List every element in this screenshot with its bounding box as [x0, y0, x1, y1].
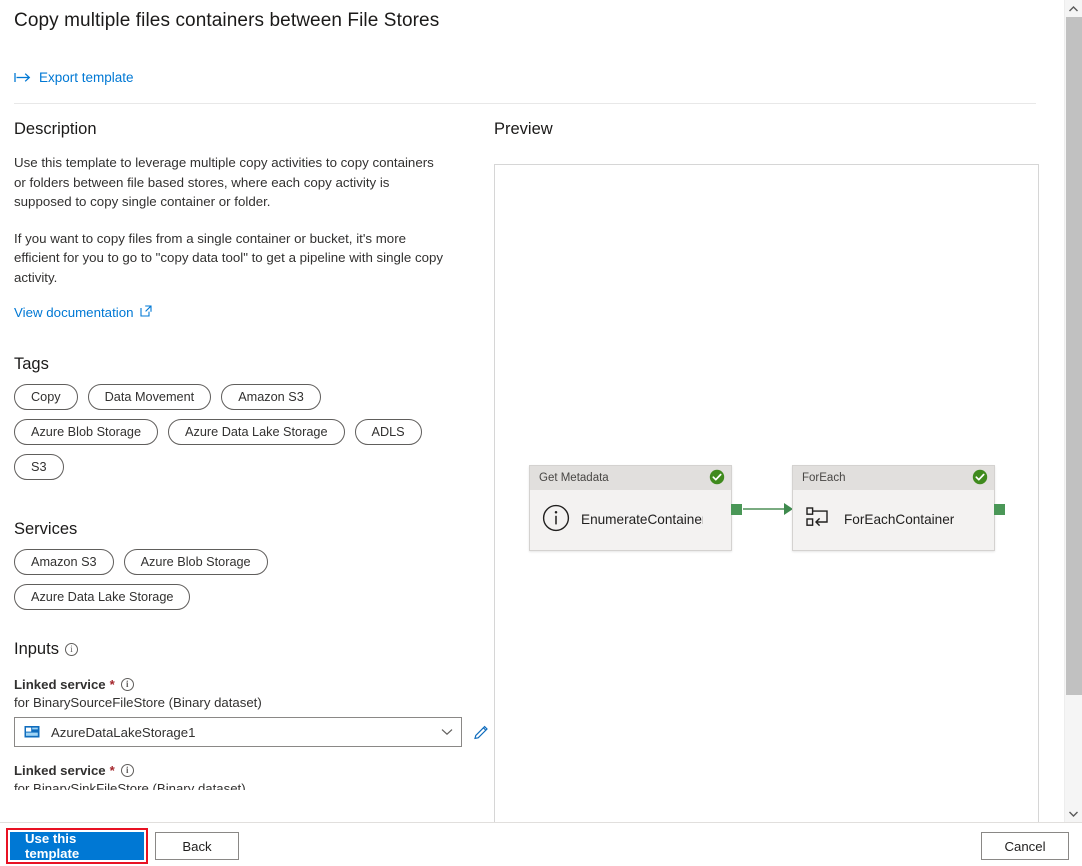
scrollable-content: Copy multiple files containers between F…: [0, 0, 1064, 822]
service-pill: Azure Data Lake Storage: [14, 584, 190, 610]
node-body: EnumerateContainersList: [530, 490, 731, 550]
tags-section: Tags Copy Data Movement Amazon S3 Azure …: [14, 355, 464, 480]
required-marker: *: [110, 677, 115, 692]
check-circle-icon: [709, 469, 725, 488]
node-body: ForEachContainer: [793, 490, 994, 550]
description-paragraph-1: Use this template to leverage multiple c…: [14, 153, 448, 212]
chevron-down-icon[interactable]: [441, 723, 453, 741]
services-heading: Services: [14, 520, 464, 539]
cancel-button[interactable]: Cancel: [981, 832, 1069, 860]
info-icon[interactable]: i: [65, 643, 78, 656]
export-template-label: Export template: [39, 70, 134, 85]
external-link-icon: [140, 305, 152, 320]
tags-list: Copy Data Movement Amazon S3 Azure Blob …: [14, 384, 464, 480]
scrollbar-thumb[interactable]: [1066, 17, 1082, 695]
info-icon[interactable]: i: [121, 764, 134, 777]
preview-heading: Preview: [494, 120, 1039, 139]
node-header: Get Metadata: [530, 466, 731, 490]
tag-pill: S3: [14, 454, 64, 480]
export-arrow-icon: [14, 72, 31, 83]
view-documentation-link[interactable]: View documentation: [14, 305, 152, 320]
linked-service-value: AzureDataLakeStorage1: [51, 725, 441, 740]
node-type-label: ForEach: [802, 472, 845, 484]
description-heading: Description: [14, 120, 464, 139]
linked-service-field-2: Linked service * i for BinarySinkFileSto…: [14, 763, 494, 790]
inputs-section: Inputsi Linked service * i for BinarySou…: [14, 640, 494, 790]
linked-service-sublabel-1: for BinarySourceFileStore (Binary datase…: [14, 695, 494, 710]
linked-service-row-1: AzureDataLakeStorage1: [14, 717, 494, 747]
inputs-heading-label: Inputs: [14, 640, 59, 658]
required-marker: *: [110, 763, 115, 778]
back-button[interactable]: Back: [155, 832, 239, 860]
info-icon[interactable]: i: [121, 678, 134, 691]
node-output-port[interactable]: [731, 504, 742, 515]
use-this-template-button[interactable]: Use this template: [10, 832, 144, 860]
linked-service-label-1: Linked service * i: [14, 677, 494, 692]
pipeline-node-get-metadata[interactable]: Get Metadata: [529, 465, 732, 551]
linked-service-field-1: Linked service * i for BinarySourceFileS…: [14, 677, 494, 747]
preview-panel: Preview Get Metadata: [494, 120, 1039, 153]
tag-pill: Amazon S3: [221, 384, 321, 410]
export-template-button[interactable]: Export template: [14, 70, 134, 85]
header-divider: [14, 103, 1036, 104]
linked-service-dropdown[interactable]: AzureDataLakeStorage1: [14, 717, 462, 747]
tags-heading: Tags: [14, 355, 464, 374]
inputs-heading: Inputsi: [14, 640, 494, 659]
azure-data-lake-storage-icon: [24, 725, 40, 739]
service-pill: Amazon S3: [14, 549, 114, 575]
node-type-label: Get Metadata: [539, 472, 609, 484]
tag-pill: ADLS: [355, 419, 422, 445]
edit-linked-service-button[interactable]: [473, 724, 490, 741]
page-title: Copy multiple files containers between F…: [14, 10, 439, 32]
left-panel: Description Use this template to leverag…: [14, 120, 464, 322]
field-label-text: Linked service: [14, 677, 106, 692]
service-pill: Azure Blob Storage: [124, 549, 268, 575]
field-label-text: Linked service: [14, 763, 106, 778]
tag-pill: Copy: [14, 384, 78, 410]
view-documentation-label: View documentation: [14, 305, 134, 320]
linked-service-sublabel-2-clipped: for BinarySinkFileStore (Binary dataset): [14, 778, 494, 790]
tag-pill: Data Movement: [88, 384, 212, 410]
node-header: ForEach: [793, 466, 994, 490]
node-name-label: EnumerateContainersList: [581, 511, 703, 529]
linked-service-label-2: Linked service * i: [14, 763, 494, 778]
pipeline-node-foreach[interactable]: ForEach: [792, 465, 995, 551]
vertical-scrollbar[interactable]: [1064, 0, 1082, 822]
template-detail-page: Copy multiple files containers between F…: [0, 0, 1082, 866]
scroll-down-arrow-icon[interactable]: [1065, 805, 1082, 822]
foreach-loop-icon: [805, 505, 833, 536]
services-list: Amazon S3 Azure Blob Storage Azure Data …: [14, 549, 314, 610]
node-output-port[interactable]: [994, 504, 1005, 515]
tag-pill: Azure Blob Storage: [14, 419, 158, 445]
description-paragraph-2: If you want to copy files from a single …: [14, 229, 448, 288]
check-circle-icon: [972, 469, 988, 488]
pipeline-canvas[interactable]: Get Metadata: [494, 164, 1039, 822]
footer-action-bar: Use this template Back Cancel: [0, 822, 1082, 866]
tag-pill: Azure Data Lake Storage: [168, 419, 344, 445]
linked-service-sublabel-2: for BinarySinkFileStore (Binary dataset): [14, 781, 494, 790]
node-name-label: ForEachContainer: [844, 511, 954, 529]
services-section: Services Amazon S3 Azure Blob Storage Az…: [14, 520, 464, 610]
scroll-up-arrow-icon[interactable]: [1065, 0, 1082, 17]
info-circle-icon: [542, 504, 570, 537]
pencil-icon: [473, 724, 490, 741]
command-bar: Export template: [14, 70, 134, 88]
